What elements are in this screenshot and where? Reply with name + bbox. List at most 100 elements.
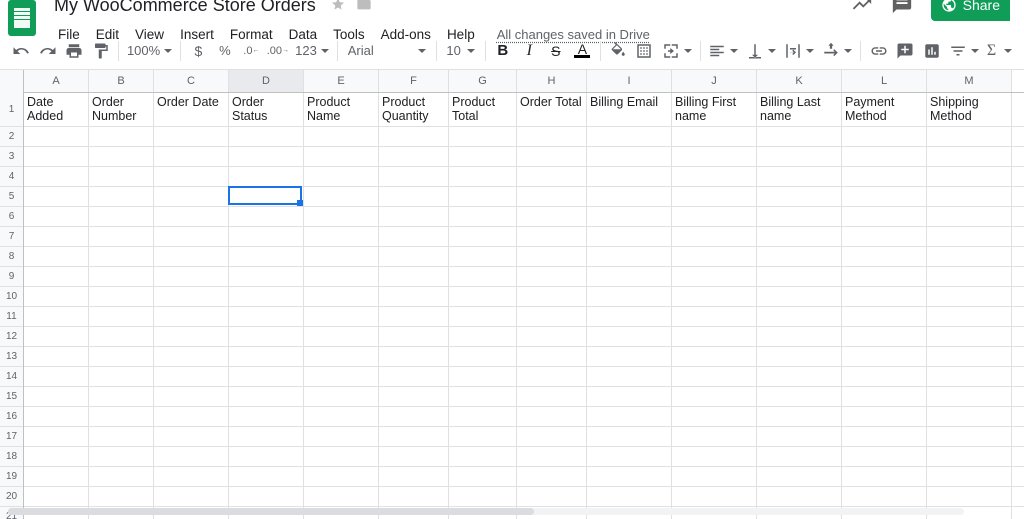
row-header-18[interactable]: 18 xyxy=(0,447,23,467)
increase-decimal-button[interactable]: .00→ xyxy=(265,36,292,66)
text-wrap-button[interactable] xyxy=(780,42,818,60)
cell-M15[interactable] xyxy=(927,387,1012,406)
text-rotation-button[interactable] xyxy=(818,42,856,60)
cell-C14[interactable] xyxy=(154,367,229,386)
cell-J7[interactable] xyxy=(672,227,757,246)
row-header-9[interactable]: 9 xyxy=(0,267,23,287)
cell-C17[interactable] xyxy=(154,427,229,446)
cell-K8[interactable] xyxy=(757,247,842,266)
paint-format-button[interactable] xyxy=(88,36,115,66)
cell-L17[interactable] xyxy=(842,427,927,446)
column-header-A[interactable]: A xyxy=(24,70,89,92)
row-header-20[interactable]: 20 xyxy=(0,487,23,507)
print-button[interactable] xyxy=(61,36,88,66)
column-header-M[interactable]: M xyxy=(927,70,1012,92)
cell-C5[interactable] xyxy=(154,187,229,206)
row-header-5[interactable]: 5 xyxy=(0,187,23,207)
cell-B19[interactable] xyxy=(89,467,154,486)
cell-M19[interactable] xyxy=(927,467,1012,486)
cell-F2[interactable] xyxy=(379,127,449,146)
zoom-select[interactable]: 100% xyxy=(123,43,176,58)
cell-A7[interactable] xyxy=(24,227,89,246)
cell-L14[interactable] xyxy=(842,367,927,386)
font-select[interactable]: Arial xyxy=(342,43,432,58)
cell-H20[interactable] xyxy=(517,487,587,506)
cell-B1[interactable]: Order Number xyxy=(89,93,154,126)
cell-M18[interactable] xyxy=(927,447,1012,466)
cell-A3[interactable] xyxy=(24,147,89,166)
cell-I18[interactable] xyxy=(587,447,672,466)
cell-F19[interactable] xyxy=(379,467,449,486)
cell-B2[interactable] xyxy=(89,127,154,146)
cell-G11[interactable] xyxy=(449,307,517,326)
cell-H7[interactable] xyxy=(517,227,587,246)
cell-L15[interactable] xyxy=(842,387,927,406)
cell-C18[interactable] xyxy=(154,447,229,466)
cell-B15[interactable] xyxy=(89,387,154,406)
cell-C10[interactable] xyxy=(154,287,229,306)
cell-L11[interactable] xyxy=(842,307,927,326)
cell-K16[interactable] xyxy=(757,407,842,426)
cell-G15[interactable] xyxy=(449,387,517,406)
row-header-6[interactable]: 6 xyxy=(0,207,23,227)
cell-M8[interactable] xyxy=(927,247,1012,266)
bold-button[interactable]: B xyxy=(490,36,517,66)
cell-G8[interactable] xyxy=(449,247,517,266)
cell-E18[interactable] xyxy=(304,447,379,466)
cell-H13[interactable] xyxy=(517,347,587,366)
cell-J18[interactable] xyxy=(672,447,757,466)
cell-B6[interactable] xyxy=(89,207,154,226)
cell-K19[interactable] xyxy=(757,467,842,486)
cell-B16[interactable] xyxy=(89,407,154,426)
format-currency-button[interactable]: $ xyxy=(185,36,212,66)
cell-A1[interactable]: Date Added xyxy=(24,93,89,126)
row-header-12[interactable]: 12 xyxy=(0,327,23,347)
cell-I6[interactable] xyxy=(587,207,672,226)
cell-J14[interactable] xyxy=(672,367,757,386)
cell-L5[interactable] xyxy=(842,187,927,206)
row-header-3[interactable]: 3 xyxy=(0,147,23,167)
cell-I12[interactable] xyxy=(587,327,672,346)
cell-G14[interactable] xyxy=(449,367,517,386)
share-button[interactable]: Share xyxy=(931,0,1010,21)
cell-B9[interactable] xyxy=(89,267,154,286)
cell-E3[interactable] xyxy=(304,147,379,166)
cell-D14[interactable] xyxy=(229,367,304,386)
cell-H5[interactable] xyxy=(517,187,587,206)
cell-B20[interactable] xyxy=(89,487,154,506)
cell-K17[interactable] xyxy=(757,427,842,446)
cell-L2[interactable] xyxy=(842,127,927,146)
cell-H17[interactable] xyxy=(517,427,587,446)
cell-K1[interactable]: Billing Last name xyxy=(757,93,842,126)
activity-trend-icon[interactable] xyxy=(851,0,873,18)
row-header-11[interactable]: 11 xyxy=(0,307,23,327)
row-header-17[interactable]: 17 xyxy=(0,427,23,447)
cell-C12[interactable] xyxy=(154,327,229,346)
column-header-E[interactable]: E xyxy=(304,70,379,92)
cell-G2[interactable] xyxy=(449,127,517,146)
cell-J16[interactable] xyxy=(672,407,757,426)
cell-C7[interactable] xyxy=(154,227,229,246)
cell-C20[interactable] xyxy=(154,487,229,506)
cell-A5[interactable] xyxy=(24,187,89,206)
cell-F12[interactable] xyxy=(379,327,449,346)
cell-J2[interactable] xyxy=(672,127,757,146)
cell-H12[interactable] xyxy=(517,327,587,346)
cell-I9[interactable] xyxy=(587,267,672,286)
decrease-decimal-button[interactable]: .0← xyxy=(238,36,265,66)
cell-F5[interactable] xyxy=(379,187,449,206)
cell-A14[interactable] xyxy=(24,367,89,386)
cell-D20[interactable] xyxy=(229,487,304,506)
cell-A19[interactable] xyxy=(24,467,89,486)
cell-K14[interactable] xyxy=(757,367,842,386)
cell-L16[interactable] xyxy=(842,407,927,426)
cell-K20[interactable] xyxy=(757,487,842,506)
filter-button[interactable] xyxy=(945,42,983,60)
cell-F6[interactable] xyxy=(379,207,449,226)
cell-E19[interactable] xyxy=(304,467,379,486)
column-header-J[interactable]: J xyxy=(672,70,757,92)
cell-G1[interactable]: Product Total xyxy=(449,93,517,126)
column-header-L[interactable]: L xyxy=(842,70,927,92)
cell-M17[interactable] xyxy=(927,427,1012,446)
cell-G6[interactable] xyxy=(449,207,517,226)
